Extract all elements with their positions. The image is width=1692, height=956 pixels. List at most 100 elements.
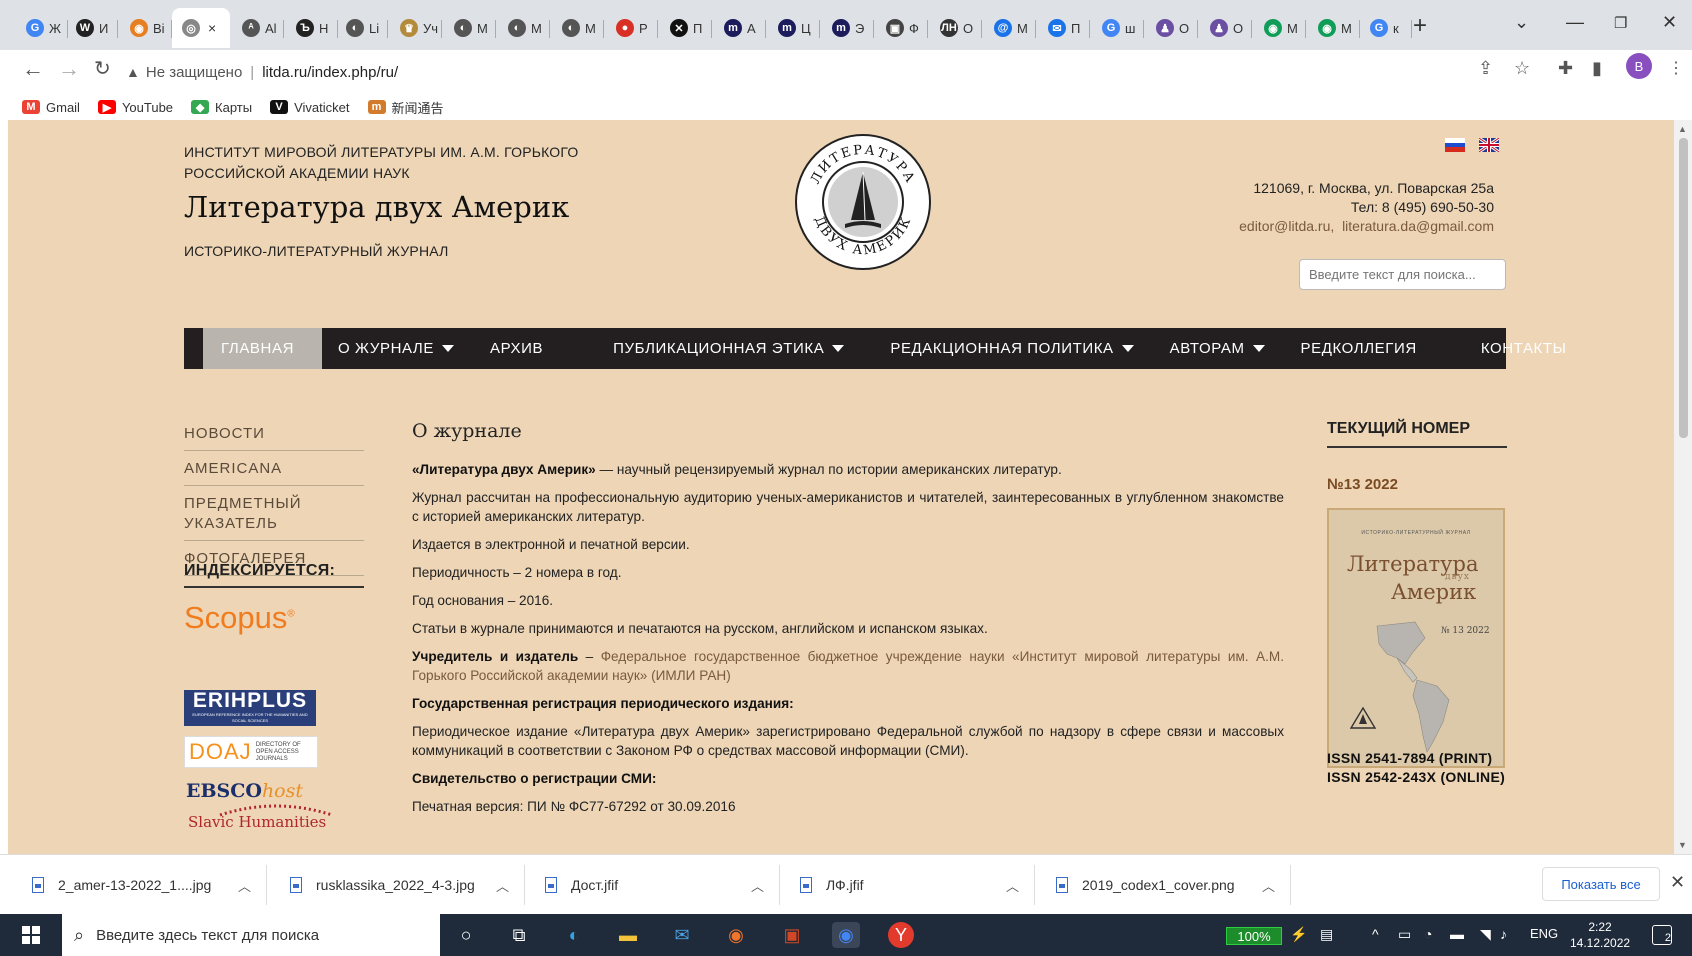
email-link-2[interactable]: literatura.da@gmail.com [1342, 218, 1494, 234]
sidebar-item[interactable]: AMERICANA [184, 455, 364, 486]
battery-icon[interactable]: ▬ [1450, 926, 1464, 942]
download-item[interactable]: rusklassika_2022_4-3.jpg ︿ [290, 855, 530, 915]
bookmark-item[interactable]: ▶ YouTube [97, 100, 173, 115]
warning-icon[interactable]: ▲ [126, 64, 140, 80]
back-icon[interactable]: ← [22, 56, 44, 82]
scopus-logo[interactable]: Scopus® [184, 600, 295, 636]
file-explorer-icon[interactable]: ▬ [614, 922, 642, 948]
nav-item[interactable]: ПУБЛИКАЦИОННАЯ ЭТИКА [589, 328, 866, 369]
share-icon[interactable]: ⇪ [1478, 58, 1493, 79]
browser-tab[interactable]: ✕ П [660, 8, 712, 48]
journal-logo[interactable]: ЛИТЕРАТУРА ДВУХ АМЕРИК [793, 132, 933, 272]
tab-search-icon[interactable]: ⌄ [1514, 12, 1529, 33]
scrollbar-thumb[interactable] [1679, 138, 1688, 438]
nav-item[interactable]: ГЛАВНАЯ [203, 328, 323, 369]
browser-tab[interactable]: ᴬ Al [232, 8, 284, 48]
issue-cover[interactable]: ИСТОРИКО-ЛИТЕРАТУРНЫЙ ЖУРНАЛ Литература … [1327, 508, 1505, 768]
address-bar[interactable]: ▲ Не защищено | litda.ru/index.php/ru/ [126, 56, 1506, 88]
bookmark-item[interactable]: M Gmail [22, 100, 80, 115]
download-options-icon[interactable]: ︿ [496, 876, 509, 895]
nav-item[interactable]: АРХИВ [470, 328, 589, 369]
sidebar-item[interactable]: ПРЕДМЕТНЫЙ УКАЗАТЕЛЬ [184, 490, 364, 541]
browser-tab[interactable]: ЛН О [930, 8, 982, 48]
url-text[interactable]: litda.ru/index.php/ru/ [262, 64, 398, 81]
new-tab-button[interactable]: + [1413, 14, 1427, 38]
close-window-button[interactable]: ✕ [1662, 12, 1677, 33]
scroll-down-arrow-icon[interactable]: ▼ [1678, 840, 1687, 850]
menu-icon[interactable]: ⋮ [1668, 58, 1684, 78]
clock[interactable]: 2:22 14.12.2022 [1570, 919, 1630, 951]
browser-tab[interactable]: ◉ М [1308, 8, 1360, 48]
browser-tab[interactable]: ◐ М [444, 8, 496, 48]
browser-tab[interactable]: ◐ М [498, 8, 550, 48]
uk-flag-icon[interactable] [1479, 138, 1499, 152]
download-item[interactable]: 2019_codex1_cover.png ︿ [1056, 855, 1296, 915]
browser-tab[interactable]: ● Р [606, 8, 658, 48]
download-options-icon[interactable]: ︿ [1262, 876, 1275, 895]
language-indicator[interactable]: ENG [1530, 926, 1558, 941]
scroll-up-arrow-icon[interactable]: ▲ [1678, 124, 1687, 134]
cortana-icon[interactable]: ○ [452, 922, 480, 948]
browser-tab[interactable]: mЭ [822, 8, 874, 48]
extensions-icon[interactable]: ✚ [1558, 58, 1573, 79]
bookmark-item[interactable]: m 新闻通告 [367, 98, 444, 117]
show-all-downloads-button[interactable]: Показать все [1542, 867, 1660, 901]
browser-tab[interactable]: Gк [1360, 8, 1412, 48]
close-tab-icon[interactable]: × [208, 20, 216, 36]
profile-avatar[interactable]: B [1626, 53, 1652, 79]
download-options-icon[interactable]: ︿ [751, 876, 764, 895]
browser-tab[interactable]: ♟ О [1146, 8, 1198, 48]
nav-item[interactable]: КОНТАКТЫ [1459, 328, 1597, 369]
erihplus-logo[interactable]: ERIHPLUS EUROPEAN REFERENCE INDEX FOR TH… [184, 690, 316, 726]
reload-icon[interactable]: ↻ [94, 56, 111, 81]
taskbar-search[interactable]: ⌕ Введите здесь текст для поиска [62, 914, 440, 956]
browser-tab[interactable]: GЖ [16, 8, 68, 48]
browser-tab[interactable]: @ М [984, 8, 1036, 48]
download-options-icon[interactable]: ︿ [1006, 876, 1019, 895]
network-icon[interactable]: ◥ [1480, 926, 1491, 943]
mail-app-icon[interactable]: ✉ [668, 922, 696, 948]
minimize-button[interactable]: — [1566, 12, 1584, 33]
nav-item[interactable]: О ЖУРНАЛЕ [322, 328, 470, 369]
browser-tab[interactable]: ✉ П [1038, 8, 1090, 48]
wifi-icon[interactable]: ◔ [1424, 926, 1432, 942]
browser-tab[interactable]: ◐ Li [336, 8, 388, 48]
download-item[interactable]: 2_amer-13-2022_1....jpg ︿ [32, 855, 272, 915]
paragraph-print-cert[interactable]: Печатная версия: ПИ № ФС77-67292 от 30.0… [412, 797, 1284, 816]
browser-tab[interactable]: ◎ × [172, 8, 230, 48]
doaj-logo[interactable]: DOAJ DIRECTORY OF OPEN ACCESS JOURNALS [184, 736, 318, 768]
chrome-icon[interactable]: ◉ [832, 922, 860, 948]
sidebar-item[interactable]: НОВОСТИ [184, 420, 364, 451]
download-item[interactable]: ЛФ.jfif ︿ [800, 855, 1040, 915]
windows-start-icon[interactable] [22, 926, 40, 944]
firefox-icon[interactable]: ◉ [722, 922, 750, 948]
bookmark-star-icon[interactable]: ☆ [1514, 58, 1530, 79]
browser-tab[interactable]: ▣ Ф [876, 8, 928, 48]
battery-indicator[interactable]: 100% [1226, 927, 1282, 945]
meet-now-icon[interactable]: ▭ [1398, 926, 1411, 943]
russian-flag-icon[interactable] [1445, 138, 1465, 152]
edge-icon[interactable]: ◐ [560, 922, 588, 948]
security-label[interactable]: Не защищено [146, 64, 242, 81]
site-search-input[interactable] [1299, 259, 1506, 290]
plug-icon[interactable]: ⚡ [1290, 926, 1307, 943]
powerpoint-icon[interactable]: ▣ [778, 922, 806, 948]
close-shelf-icon[interactable]: ✕ [1670, 872, 1685, 893]
side-panel-icon[interactable]: ▮ [1592, 58, 1602, 79]
issue-number[interactable]: №13 2022 [1327, 476, 1398, 493]
site-title[interactable]: Литература двух Америк [184, 190, 569, 224]
download-item[interactable]: Дост.jfif ︿ [545, 855, 785, 915]
forward-icon[interactable]: → [58, 56, 80, 82]
browser-tab[interactable]: Gш [1092, 8, 1144, 48]
keyboard-icon[interactable]: ▤ [1320, 926, 1333, 943]
notifications-icon[interactable]: 2 [1652, 925, 1672, 945]
browser-tab[interactable]: ♛ Уч [390, 8, 442, 48]
slavic-humanities-logo[interactable]: Slavic Humanities [188, 804, 333, 830]
restore-button[interactable]: ❐ [1614, 14, 1627, 32]
nav-item[interactable]: РЕДКОЛЛЕГИЯ [1283, 328, 1459, 369]
bookmark-item[interactable]: V Vivaticket [270, 100, 350, 115]
email-link-1[interactable]: editor@litda.ru [1239, 218, 1330, 234]
browser-tab[interactable]: ♟ О [1200, 8, 1252, 48]
task-view-icon[interactable]: ⧉ [505, 922, 533, 948]
download-options-icon[interactable]: ︿ [238, 876, 251, 895]
